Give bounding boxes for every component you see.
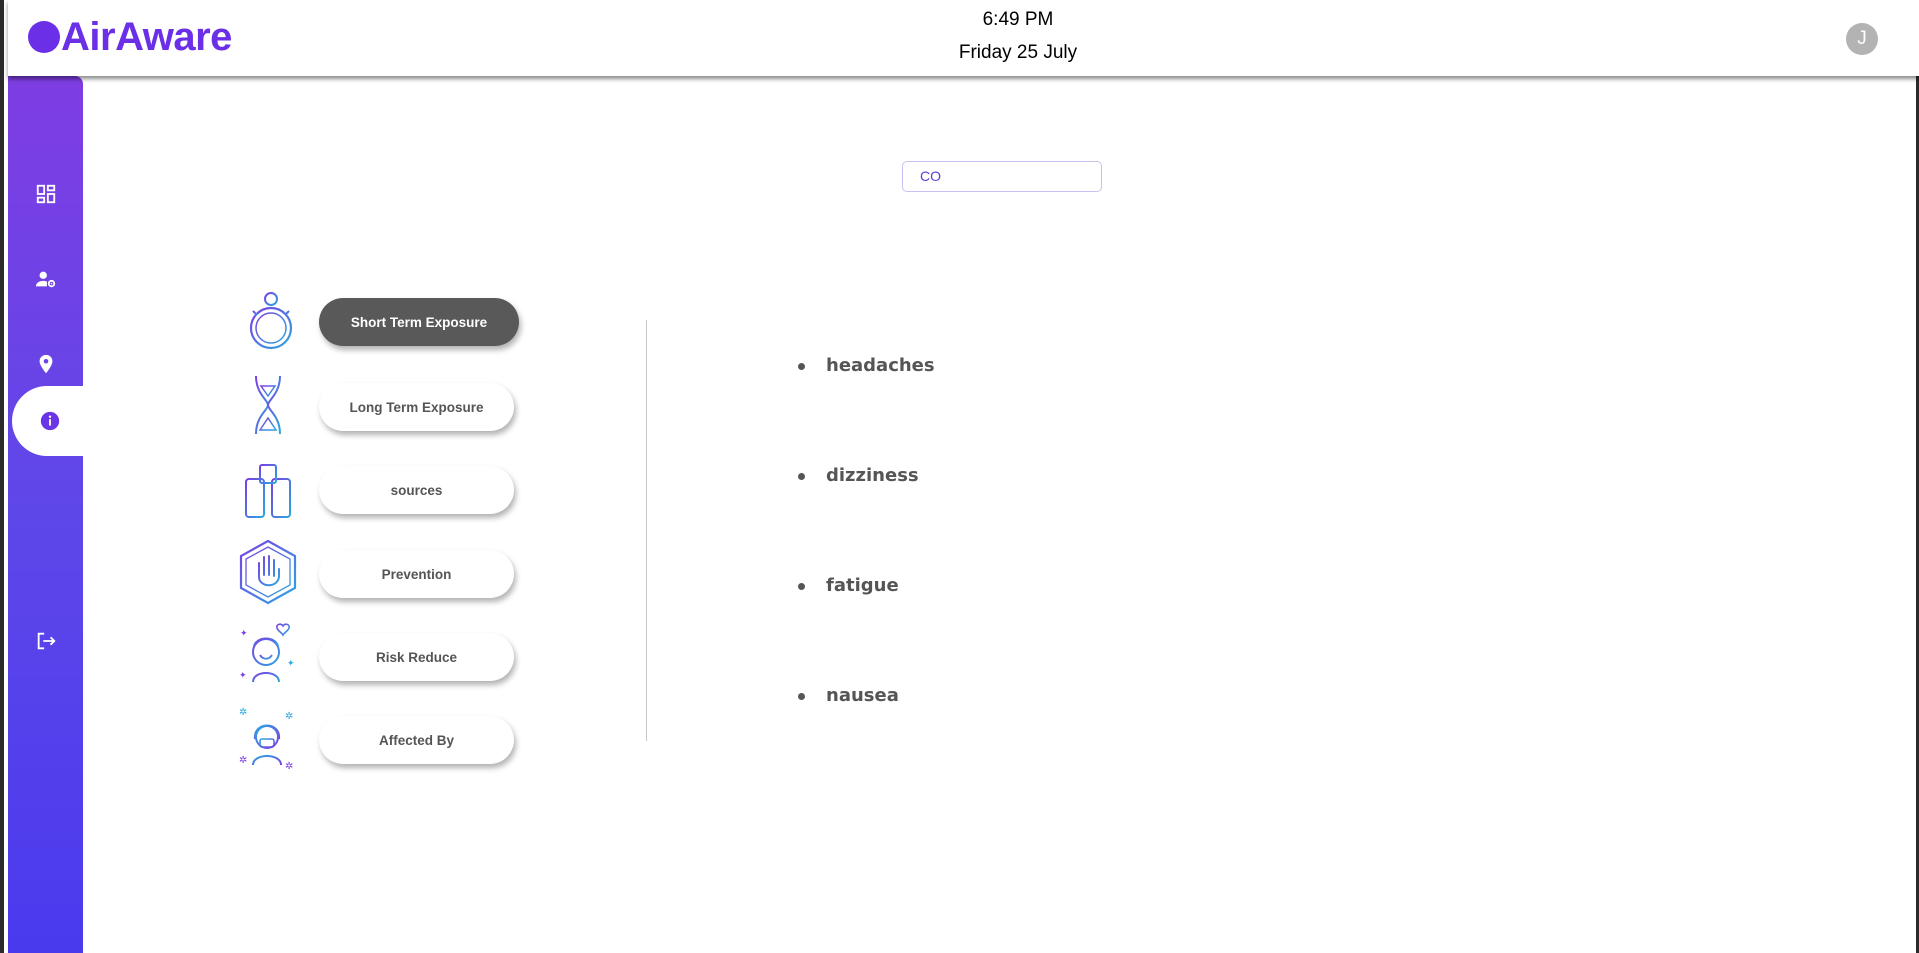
sidebar-item-user-settings[interactable] <box>8 251 83 307</box>
menu-row-affected-by: ✲ ✲ ✲ ✲ Affected By <box>237 705 527 773</box>
sidebar-item-logout[interactable] <box>8 613 83 669</box>
svg-text:✦: ✦ <box>287 659 295 669</box>
list-item: fatigue <box>794 560 935 670</box>
current-date: Friday 25 July <box>958 42 1078 63</box>
app-name: AirAware <box>61 14 232 59</box>
sidebar <box>8 76 87 953</box>
logo-dot-icon <box>28 21 60 53</box>
long-term-exposure-button[interactable]: Long Term Exposure <box>319 383 514 431</box>
sidebar-item-info[interactable] <box>12 386 87 456</box>
sick-person-icon: ✲ ✲ ✲ ✲ <box>239 707 293 771</box>
sources-button[interactable]: sources <box>319 466 514 514</box>
stop-hand-icon <box>239 539 297 605</box>
svg-text:✲: ✲ <box>285 761 293 771</box>
svg-text:✦: ✦ <box>240 629 248 639</box>
svg-text:✲: ✲ <box>239 707 247 718</box>
user-avatar[interactable]: J <box>1846 23 1878 55</box>
list-item: headaches <box>794 340 935 450</box>
clock: 6:49 PM Friday 25 July <box>908 8 1128 65</box>
user-settings-icon <box>35 271 55 288</box>
info-icon <box>40 411 59 431</box>
menu-row-short-term: Short Term Exposure <box>237 289 527 357</box>
gas-cylinders-icon <box>245 457 291 518</box>
risk-reduce-button[interactable]: Risk Reduce <box>319 633 514 681</box>
sidebar-item-dashboard[interactable] <box>8 166 83 222</box>
short-term-exposure-button[interactable]: Short Term Exposure <box>319 298 519 346</box>
top-header: AirAware 6:49 PM Friday 25 July J <box>8 0 1919 76</box>
menu-row-prevention: Prevention <box>237 539 527 607</box>
list-item: dizziness <box>794 450 935 560</box>
menu-row-sources: sources <box>237 455 527 523</box>
content-divider <box>646 320 647 741</box>
location-pin-icon <box>39 354 52 374</box>
app-window: AirAware 6:49 PM Friday 25 July J CO Sho… <box>0 0 1919 953</box>
prevention-button[interactable]: Prevention <box>319 550 514 598</box>
menu-row-risk-reduce: ✦ ✦ ✦ Risk Reduce <box>237 622 527 690</box>
menu-row-long-term: Long Term Exposure <box>237 372 527 440</box>
stopwatch-icon <box>239 292 293 350</box>
current-time: 6:49 PM <box>982 9 1054 30</box>
hourglass-icon <box>253 373 283 437</box>
sidebar-item-locations[interactable] <box>8 336 83 392</box>
svg-text:✦: ✦ <box>239 671 247 681</box>
effects-list: headaches dizziness fatigue nausea <box>794 340 935 780</box>
logout-icon <box>37 632 56 650</box>
happy-person-icon: ✦ ✦ ✦ <box>239 623 295 683</box>
svg-text:✲: ✲ <box>239 755 247 766</box>
affected-by-button[interactable]: Affected By <box>319 716 514 764</box>
list-item: nausea <box>794 670 935 780</box>
svg-text:✲: ✲ <box>285 711 293 722</box>
app-logo[interactable]: AirAware <box>28 14 232 60</box>
dashboard-icon <box>36 184 55 204</box>
pollutant-select[interactable]: CO <box>902 161 1102 192</box>
